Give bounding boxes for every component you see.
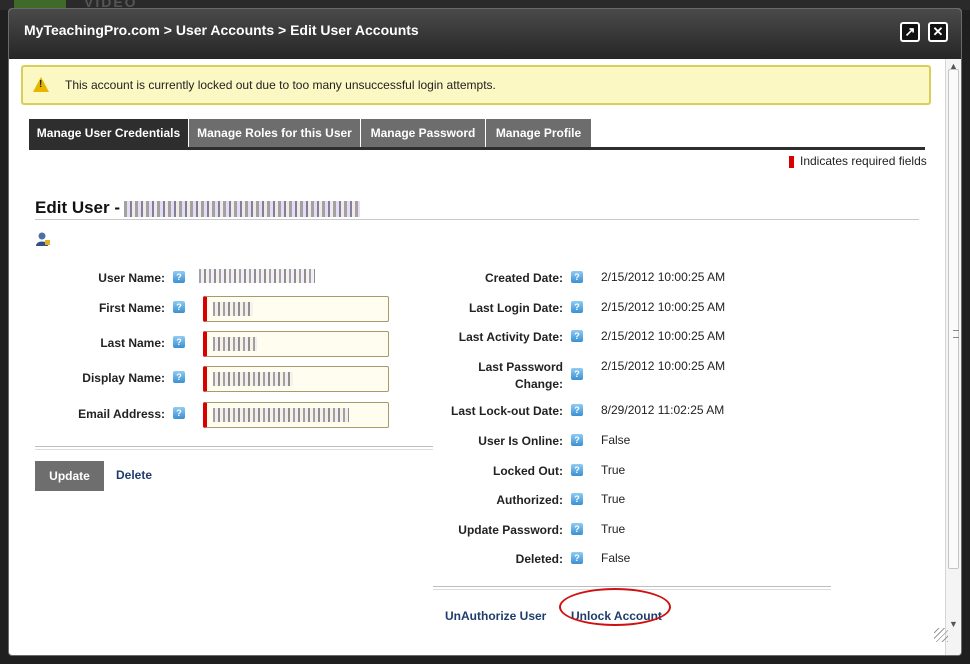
- resize-grip-icon[interactable]: [934, 628, 948, 642]
- edit-user-dialog: MyTeachingPro.com > User Accounts > Edit…: [8, 8, 962, 656]
- tab-underline: [29, 147, 925, 150]
- help-icon[interactable]: ?: [571, 330, 583, 342]
- help-icon[interactable]: ?: [571, 552, 583, 564]
- label-user-name: User Name:: [98, 271, 165, 285]
- label-last-login-date: Last Login Date:: [468, 301, 563, 315]
- left-divider-shadow: [35, 449, 433, 450]
- display-name-redacted: [213, 372, 293, 386]
- edit-title-text: Edit User -: [35, 198, 121, 217]
- background-thumbnail: [14, 0, 66, 8]
- update-button[interactable]: Update: [35, 461, 104, 491]
- locked-out-value: True: [601, 463, 626, 477]
- delete-link[interactable]: Delete: [116, 468, 152, 482]
- label-deleted: Deleted:: [515, 552, 563, 566]
- help-icon[interactable]: ?: [571, 493, 583, 505]
- required-legend: Indicates required fields: [789, 154, 927, 168]
- scroll-grip-icon: [953, 330, 959, 338]
- required-marker: [789, 155, 794, 168]
- deleted-value: False: [601, 551, 631, 565]
- last-activity-date-value: 2/15/2012 10:00:25 AM: [601, 329, 726, 343]
- title-divider: [35, 219, 919, 220]
- label-locked-out: Locked Out:: [492, 464, 563, 478]
- vertical-scrollbar[interactable]: ▲ ▼: [945, 59, 961, 655]
- user-name-value: [199, 269, 315, 283]
- user-is-online-value: False: [601, 433, 631, 447]
- last-login-date-value: 2/15/2012 10:00:25 AM: [601, 300, 726, 314]
- scroll-down-icon[interactable]: ▼: [949, 619, 958, 629]
- last-name-redacted: [213, 337, 257, 351]
- help-icon[interactable]: ?: [571, 523, 583, 535]
- first-name-redacted: [213, 302, 253, 316]
- label-created-date: Created Date:: [484, 271, 563, 285]
- tab-manage-password[interactable]: Manage Password: [361, 119, 486, 147]
- alert-message: This account is currently locked out due…: [65, 78, 496, 92]
- close-icon[interactable]: ✕: [928, 22, 948, 42]
- help-icon[interactable]: ?: [173, 371, 185, 383]
- label-user-is-online: User Is Online:: [478, 434, 563, 448]
- created-date-value: 2/15/2012 10:00:25 AM: [601, 270, 726, 284]
- required-note: Indicates required fields: [800, 154, 927, 168]
- help-icon[interactable]: ?: [173, 301, 185, 313]
- warning-icon: !: [33, 77, 49, 92]
- help-icon[interactable]: ?: [571, 434, 583, 446]
- label-last-activity-date: Last Activity Date:: [458, 330, 563, 344]
- expand-icon[interactable]: ↗: [900, 22, 920, 42]
- help-icon[interactable]: ?: [571, 368, 583, 380]
- help-icon[interactable]: ?: [571, 404, 583, 416]
- page-title: Edit User -: [35, 198, 361, 218]
- tab-manage-roles[interactable]: Manage Roles for this User: [189, 119, 361, 147]
- label-last-name: Last Name:: [100, 336, 165, 350]
- dialog-titlebar: MyTeachingPro.com > User Accounts > Edit…: [9, 9, 961, 59]
- scroll-thumb[interactable]: [948, 69, 959, 569]
- dialog-title: MyTeachingPro.com > User Accounts > Edit…: [24, 22, 419, 38]
- help-icon[interactable]: ?: [173, 336, 185, 348]
- label-last-lockout-date: Last Lock-out Date:: [450, 404, 563, 418]
- help-icon[interactable]: ?: [571, 271, 583, 283]
- last-password-change-value: 2/15/2012 10:00:25 AM: [601, 359, 726, 373]
- label-email-address: Email Address:: [78, 407, 165, 421]
- user-edit-icon[interactable]: [35, 231, 51, 247]
- tab-manage-profile[interactable]: Manage Profile: [486, 119, 592, 147]
- help-icon[interactable]: ?: [173, 271, 185, 283]
- last-lockout-date-value: 8/29/2012 11:02:25 AM: [601, 403, 725, 417]
- lockout-alert: ! This account is currently locked out d…: [21, 65, 931, 105]
- label-last-password-change: Last Password: [478, 360, 563, 374]
- unauthorize-user-link[interactable]: UnAuthorize User: [445, 609, 546, 623]
- left-divider: [35, 446, 433, 447]
- label-first-name: First Name:: [98, 301, 165, 315]
- email-redacted: [213, 408, 349, 422]
- help-icon[interactable]: ?: [571, 301, 583, 313]
- redacted-user-name: [124, 200, 361, 217]
- update-password-value: True: [601, 522, 626, 536]
- help-icon[interactable]: ?: [173, 407, 185, 419]
- help-icon[interactable]: ?: [571, 464, 583, 476]
- label-last-password-change-line2: Change:: [515, 377, 563, 391]
- right-divider: [433, 586, 831, 587]
- highlight-circle: [559, 588, 671, 626]
- dialog-content: ! This account is currently locked out d…: [9, 59, 945, 655]
- tab-manage-user-credentials[interactable]: Manage User Credentials: [29, 119, 189, 147]
- authorized-value: True: [601, 492, 626, 506]
- label-authorized: Authorized:: [496, 493, 563, 507]
- label-display-name: Display Name:: [82, 371, 165, 385]
- label-update-password: Update Password:: [458, 523, 563, 537]
